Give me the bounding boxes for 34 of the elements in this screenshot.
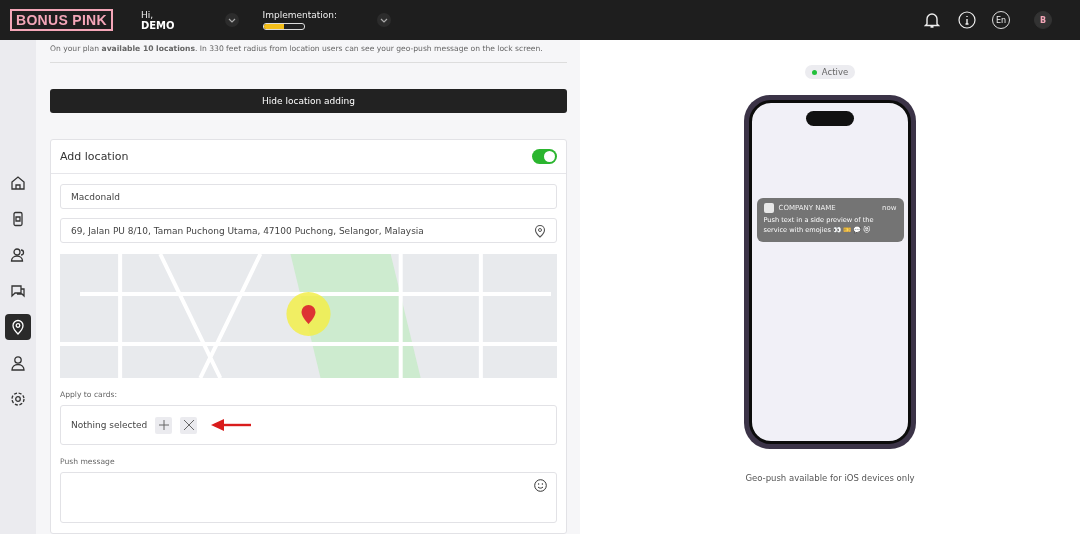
progress-bar bbox=[262, 23, 305, 30]
name-field[interactable]: Macdonald bbox=[60, 184, 557, 209]
chevron-icon[interactable] bbox=[224, 13, 239, 27]
chevron-icon[interactable] bbox=[377, 13, 391, 27]
people-icon bbox=[10, 247, 26, 263]
toggle-switch[interactable] bbox=[532, 149, 557, 164]
address-field[interactable]: 69, Jalan PU 8/10, Taman Puchong Utama, 47100 Puchong, Selangor, Malaysia bbox=[60, 218, 557, 243]
status-dot bbox=[811, 69, 817, 75]
info-icon[interactable] bbox=[958, 11, 976, 29]
card-title: Add location bbox=[60, 150, 129, 163]
settings-icon bbox=[10, 391, 26, 407]
hide-location-button[interactable]: Hide location adding bbox=[50, 89, 567, 113]
implementation-label: Implementation: bbox=[262, 10, 337, 20]
greeting: Hi, bbox=[140, 9, 155, 20]
location-pin-icon[interactable] bbox=[534, 224, 546, 238]
logo[interactable]: BONUS PINK bbox=[10, 9, 113, 31]
phone-icon bbox=[10, 211, 26, 227]
bell-icon[interactable] bbox=[924, 11, 940, 29]
camera-notch bbox=[806, 111, 854, 126]
home-icon bbox=[10, 175, 26, 191]
emoji-icon[interactable] bbox=[534, 479, 547, 492]
message-field[interactable] bbox=[60, 472, 557, 523]
status-text: Active bbox=[821, 67, 849, 77]
app-icon bbox=[763, 203, 774, 213]
selection-text: Nothing selected bbox=[71, 420, 148, 430]
arrow-icon bbox=[211, 419, 252, 431]
ios-caption: Geo-push available for iOS devices only bbox=[745, 473, 915, 483]
sidebar-item[interactable] bbox=[5, 314, 31, 340]
close-icon[interactable] bbox=[180, 416, 198, 434]
user-name: DEMO bbox=[140, 19, 175, 31]
location-pin-icon bbox=[10, 319, 26, 335]
profile-avatar[interactable]: B bbox=[1034, 11, 1052, 29]
chat-icon bbox=[10, 283, 26, 299]
user-icon bbox=[10, 355, 26, 371]
